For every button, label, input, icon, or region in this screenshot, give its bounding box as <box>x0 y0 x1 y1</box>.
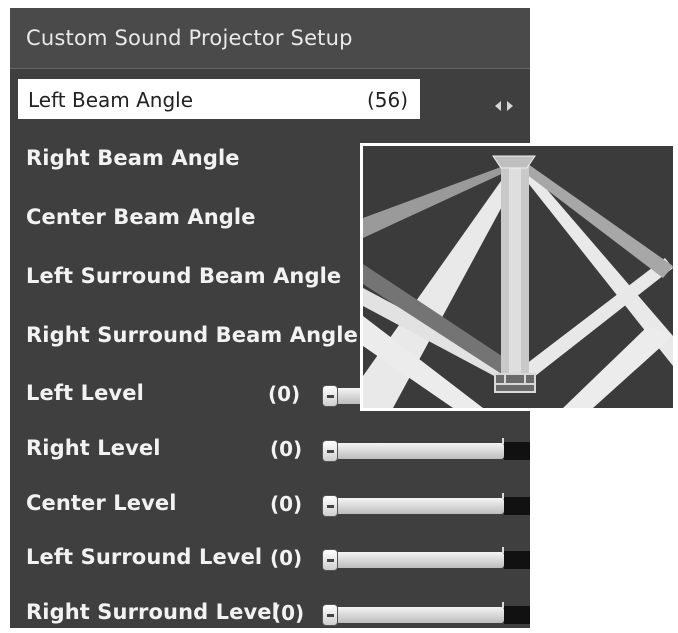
slider-tick <box>502 438 504 444</box>
slider-thumb[interactable] <box>322 549 338 571</box>
left-surround-level-value: (0) <box>270 546 303 570</box>
speaker-icon <box>492 155 536 169</box>
slider-tick <box>502 547 504 553</box>
slider-thumb[interactable] <box>322 440 338 462</box>
slider-track-end <box>504 606 530 624</box>
right-surround-level-value: (0) <box>272 601 305 625</box>
slider-track <box>322 443 504 459</box>
row-label: Left Beam Angle <box>28 88 194 112</box>
center-level-slider[interactable] <box>322 493 530 517</box>
beam-diagram-graphic <box>363 155 673 408</box>
slider-tick <box>502 493 504 499</box>
row-value: (56) <box>366 88 408 112</box>
row-center-level[interactable]: Center Level <box>26 491 177 515</box>
slider-thumb[interactable] <box>322 604 338 626</box>
right-level-slider[interactable] <box>322 438 530 462</box>
right-surround-level-slider[interactable] <box>322 602 530 626</box>
listener-icon <box>494 373 536 393</box>
row-right-level[interactable]: Right Level <box>26 436 161 460</box>
row-left-beam-angle[interactable]: Left Beam Angle (56) <box>18 79 420 119</box>
panel-title: Custom Sound Projector Setup <box>26 26 353 50</box>
beam-center-highlight <box>509 164 521 378</box>
right-level-value: (0) <box>270 437 303 461</box>
slider-track-end <box>504 442 530 460</box>
row-left-surround-beam-angle[interactable]: Left Surround Beam Angle <box>26 264 341 288</box>
row-center-beam-angle[interactable]: Center Beam Angle <box>26 205 256 229</box>
slider-tick <box>502 602 504 608</box>
panel-header: Custom Sound Projector Setup <box>10 8 530 69</box>
slider-track <box>322 607 504 623</box>
row-left-surround-level[interactable]: Left Surround Level <box>26 545 262 569</box>
slider-thumb[interactable] <box>322 385 338 407</box>
slider-track-end <box>504 551 530 569</box>
row-left-level[interactable]: Left Level <box>26 381 144 405</box>
row-right-surround-beam-angle[interactable]: Right Surround Beam Angle <box>26 323 358 347</box>
left-right-arrows-icon[interactable] <box>487 98 521 114</box>
row-right-surround-level[interactable]: Right Surround Level <box>26 600 279 624</box>
slider-track-end <box>504 497 530 515</box>
beam-diagram <box>360 143 676 411</box>
slider-thumb[interactable] <box>322 495 338 517</box>
left-level-value: (0) <box>268 382 301 406</box>
row-right-beam-angle[interactable]: Right Beam Angle <box>26 146 240 170</box>
center-level-value: (0) <box>270 492 303 516</box>
left-surround-level-slider[interactable] <box>322 547 530 571</box>
slider-track <box>322 552 504 568</box>
slider-track <box>322 498 504 514</box>
